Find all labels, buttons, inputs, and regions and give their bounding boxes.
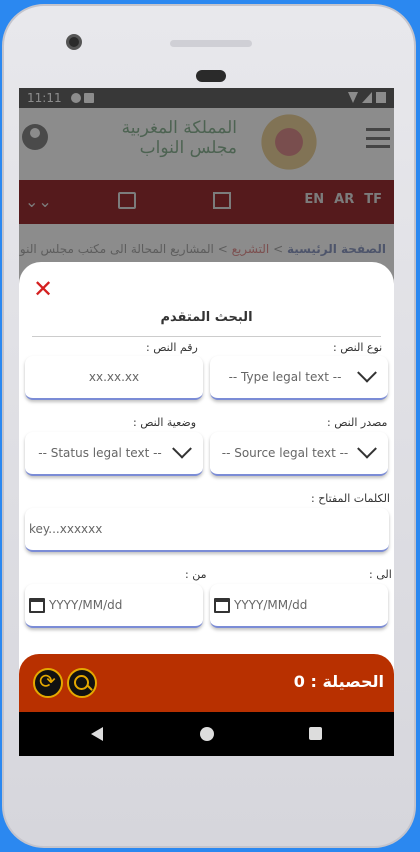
source-value: -- Source legal text -- [221,446,349,460]
advanced-search-sheet: ✕ البحث المتقدم رقم النص : xx.xx.xx نوع … [19,262,394,712]
speaker-grille [170,40,252,47]
keywords-placeholder: key...xxxxxx [29,522,103,536]
from-label: من : [185,568,207,581]
status-value: -- Status legal text -- [38,446,162,460]
text-type-value: -- Type legal text -- [228,370,342,384]
screen: 11:11 المملكة المغربية مجلس النواب ⌄⌄ EN… [19,88,394,756]
text-type-select[interactable]: -- Type legal text -- [210,356,388,400]
back-icon[interactable] [91,727,103,741]
home-icon[interactable] [200,727,214,741]
to-date-field[interactable]: YYYY/MM/dd [210,584,388,628]
recents-icon[interactable] [309,727,322,740]
keywords-label: الكلمات المفتاح : [311,492,390,505]
chevron-down-icon [357,438,377,459]
front-camera [66,34,82,50]
search-icon[interactable] [67,668,97,698]
chevron-down-icon [172,438,192,459]
calendar-icon[interactable] [29,597,45,613]
sheet-title: البحث المتقدم [160,310,253,325]
text-type-label: نوع النص : [333,341,383,354]
to-date-placeholder: YYYY/MM/dd [234,598,308,612]
keywords-input[interactable]: key...xxxxxx [25,508,389,552]
android-nav-bar [19,712,394,756]
source-select[interactable]: -- Source legal text -- [210,432,388,476]
divider [32,336,381,337]
chevron-down-icon [357,362,377,383]
refresh-icon[interactable] [33,668,63,698]
text-number-placeholder: xx.xx.xx [88,370,140,384]
status-label: وضعية النص : [133,416,197,429]
from-date-field[interactable]: YYYY/MM/dd [25,584,203,628]
text-number-field[interactable]: xx.xx.xx [25,356,203,400]
results-count: الحصيلة : 0 [293,672,384,691]
text-number-label: رقم النص : [146,341,198,354]
status-select[interactable]: -- Status legal text -- [25,432,203,476]
calendar-icon[interactable] [214,597,230,613]
results-bar: الحصيلة : 0 [19,654,394,712]
source-label: مصدر النص : [327,416,388,429]
from-date-placeholder: YYYY/MM/dd [49,598,123,612]
to-label: الى : [369,568,392,581]
close-icon[interactable]: ✕ [33,277,53,301]
earpiece [196,70,226,82]
